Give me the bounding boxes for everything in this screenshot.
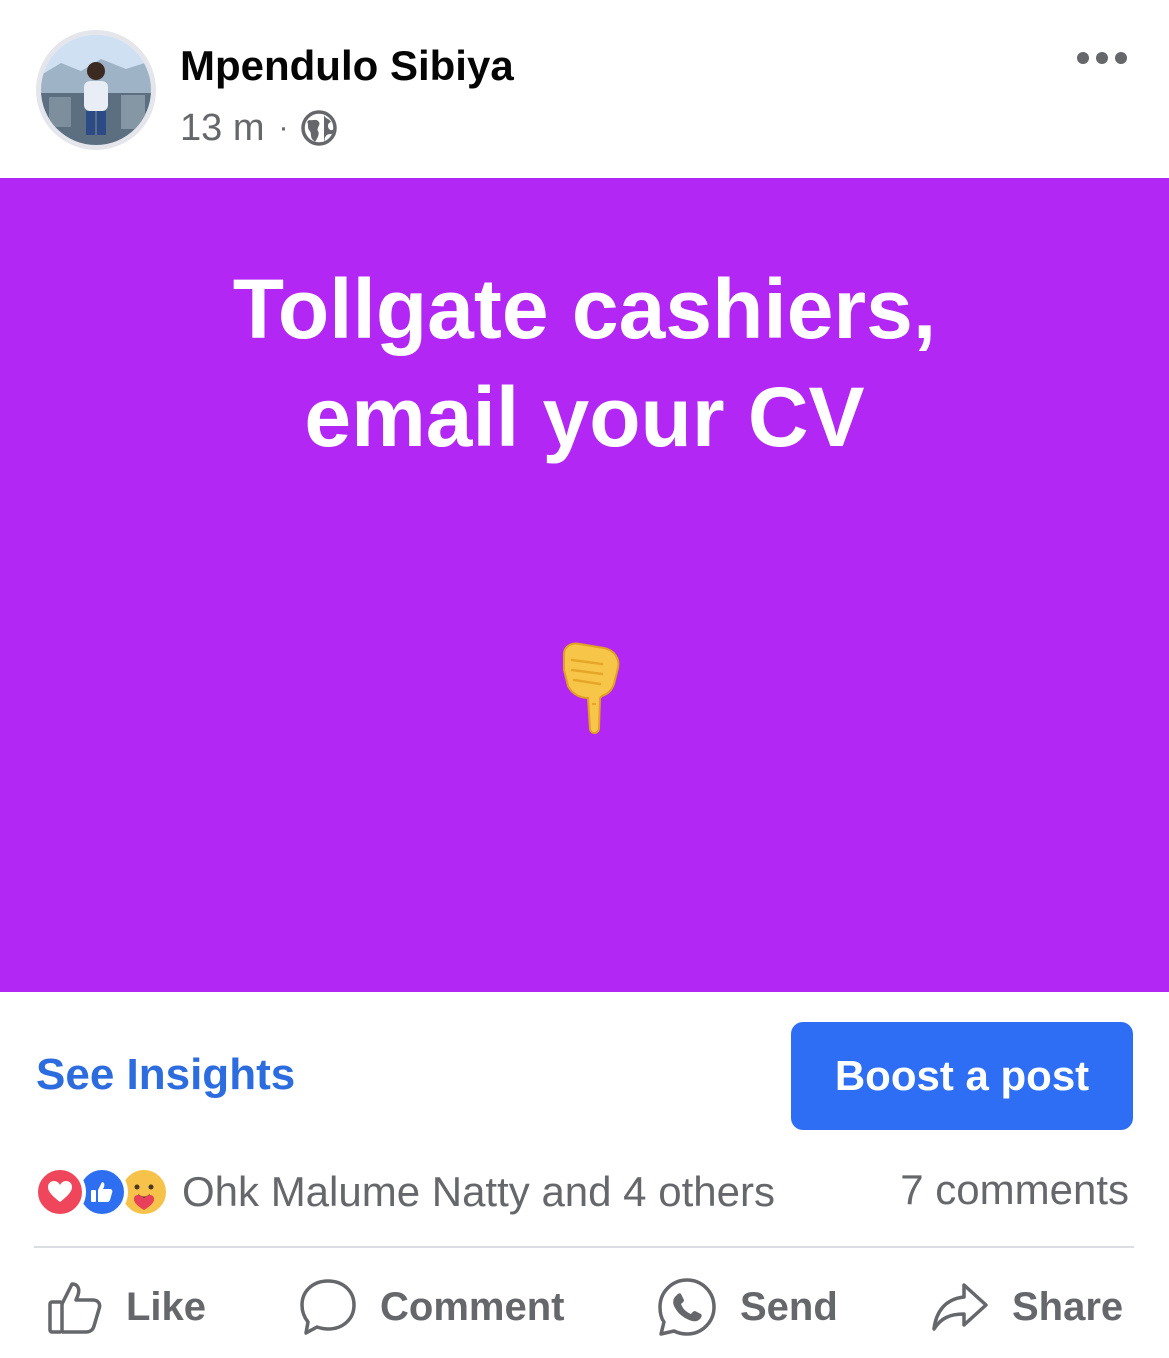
more-options-icon[interactable] <box>1067 36 1137 80</box>
avatar[interactable] <box>36 30 156 150</box>
dot <box>1115 52 1127 64</box>
meta-separator: · <box>278 111 289 144</box>
pointing-down-icon <box>558 640 624 736</box>
post-text-line-2: email your CV <box>304 370 865 464</box>
comment-label: Comment <box>380 1284 565 1329</box>
reactions-summary[interactable]: Ohk Malume Natty and 4 others <box>34 1164 775 1220</box>
dot <box>1096 52 1108 64</box>
divider <box>34 1246 1134 1248</box>
globe-icon[interactable] <box>300 109 338 147</box>
comments-count-link[interactable]: 7 comments <box>900 1166 1129 1214</box>
post-text-line-1: Tollgate cashiers, <box>232 262 937 356</box>
like-button[interactable]: Like <box>46 1272 206 1342</box>
share-arrow-icon <box>930 1279 990 1335</box>
avatar-photo <box>41 35 151 145</box>
comment-button[interactable]: Comment <box>298 1272 564 1342</box>
share-button[interactable]: Share <box>930 1272 1123 1342</box>
dot <box>1077 52 1089 64</box>
send-button[interactable]: Send <box>656 1272 838 1342</box>
reactions-summary-text: Ohk Malume Natty and 4 others <box>182 1168 775 1215</box>
thumbs-up-icon <box>46 1278 104 1336</box>
author-name[interactable]: Mpendulo Sibiya <box>180 42 514 90</box>
post-time[interactable]: 13 m <box>180 107 264 150</box>
comment-bubble-icon <box>298 1277 358 1337</box>
post-header: Mpendulo Sibiya 13 m · <box>0 0 1169 178</box>
boost-post-button[interactable]: Boost a post <box>791 1022 1133 1130</box>
whatsapp-icon <box>656 1276 718 1338</box>
like-label: Like <box>126 1284 207 1329</box>
see-insights-link[interactable]: See Insights <box>36 1050 295 1100</box>
send-label: Send <box>740 1284 838 1329</box>
post-text: Tollgate cashiers, email your CV <box>0 255 1169 471</box>
love-reaction-icon <box>34 1166 86 1218</box>
share-label: Share <box>1012 1284 1124 1329</box>
post-meta: 13 m · <box>180 106 338 150</box>
